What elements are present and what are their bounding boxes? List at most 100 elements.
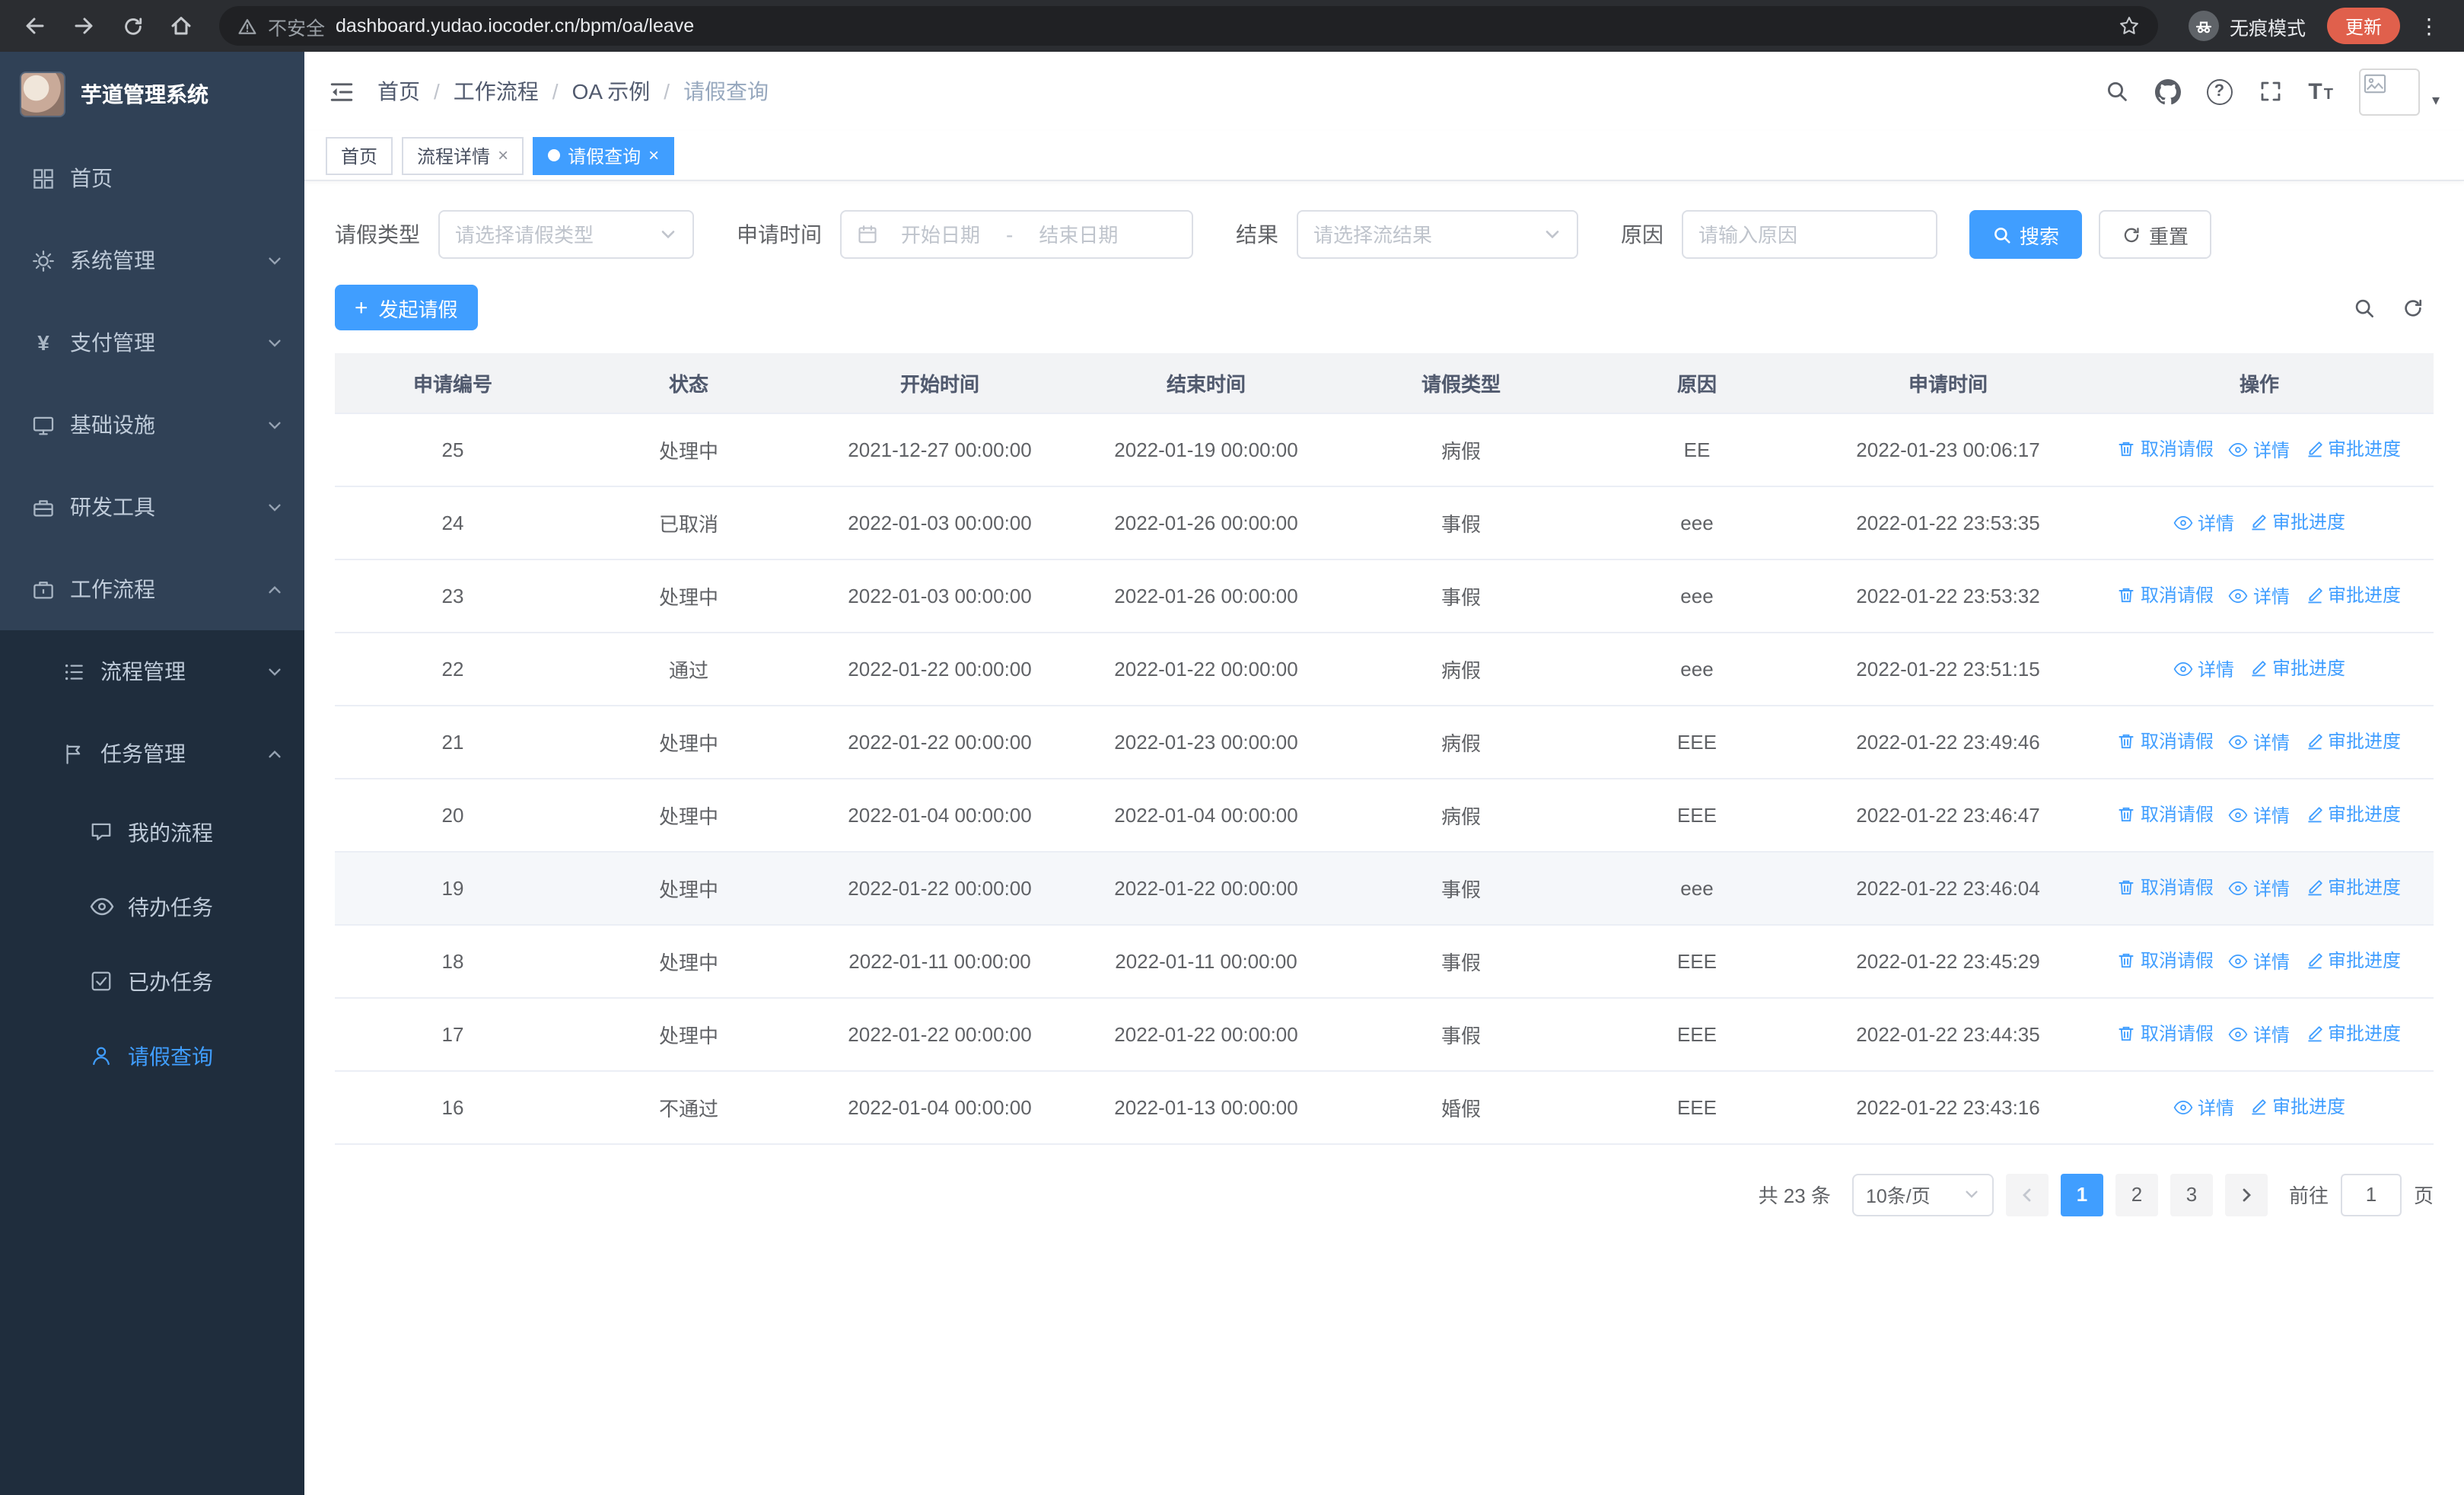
action-approval-progress-link[interactable]: 审批进度: [2249, 509, 2345, 535]
eye-icon: [88, 897, 114, 916]
next-page-button[interactable]: [2224, 1173, 2268, 1216]
sidebar-item-payment[interactable]: ¥ 支付管理: [0, 301, 304, 384]
action-approval-progress-link[interactable]: 审批进度: [2305, 875, 2401, 901]
action-detail-link[interactable]: 详情: [2229, 948, 2290, 974]
url-text[interactable]: dashboard.yudao.iocoder.cn/bpm/oa/leave: [336, 15, 694, 37]
update-button[interactable]: 更新: [2326, 8, 2400, 44]
browser-toolbar: 不安全 dashboard.yudao.iocoder.cn/bpm/oa/le…: [0, 0, 2464, 52]
action-detail-link[interactable]: 详情: [2229, 437, 2290, 463]
action-detail-link[interactable]: 详情: [2173, 510, 2234, 536]
sidebar-item-leave-query[interactable]: 请假查询: [0, 1018, 304, 1093]
action-approval-progress-link[interactable]: 审批进度: [2305, 436, 2401, 462]
prev-page-button[interactable]: [2005, 1173, 2049, 1216]
action-detail-link[interactable]: 详情: [2173, 1095, 2234, 1120]
action-detail-link[interactable]: 详情: [2173, 656, 2234, 682]
sidebar-item-devtools[interactable]: 研发工具: [0, 466, 304, 548]
action-detail-link[interactable]: 详情: [2229, 802, 2290, 828]
leave-type-input[interactable]: [455, 223, 650, 246]
breadcrumb-oa-example[interactable]: OA 示例: [572, 76, 651, 107]
gear-icon: [30, 249, 56, 272]
action-detail-link[interactable]: 详情: [2229, 875, 2290, 901]
sidebar-item-todo-tasks[interactable]: 待办任务: [0, 869, 304, 944]
action-cancel-leave-link[interactable]: 取消请假: [2118, 875, 2214, 901]
forward-icon[interactable]: [64, 6, 103, 46]
page-button-2[interactable]: 2: [2115, 1173, 2158, 1216]
reload-icon[interactable]: [113, 6, 152, 46]
font-size-icon[interactable]: TT: [2308, 80, 2333, 103]
sidebar-item-home[interactable]: 首页: [0, 137, 304, 219]
sidebar-fold-icon[interactable]: [329, 78, 355, 104]
action-approval-progress-link[interactable]: 审批进度: [2305, 948, 2401, 974]
sidebar-item-infra[interactable]: 基础设施: [0, 384, 304, 466]
reset-button[interactable]: 重置: [2099, 210, 2212, 259]
breadcrumb-workflow[interactable]: 工作流程: [454, 76, 539, 107]
search-icon[interactable]: [2104, 79, 2128, 104]
action-approval-progress-link[interactable]: 审批进度: [2249, 655, 2345, 681]
fullscreen-icon[interactable]: [2258, 79, 2282, 104]
search-button[interactable]: 搜索: [1969, 210, 2083, 259]
create-leave-button[interactable]: + 发起请假: [335, 285, 478, 330]
page-size-select[interactable]: 10条/页: [1851, 1173, 1994, 1216]
page-button-1[interactable]: 1: [2060, 1173, 2103, 1216]
table-row: 19 处理中 2022-01-22 00:00:00 2022-01-22 00:00…: [335, 851, 2434, 925]
github-icon[interactable]: [2154, 78, 2181, 104]
help-icon[interactable]: ?: [2206, 78, 2233, 104]
reason-input[interactable]: [1698, 223, 1921, 246]
dashboard-icon: [30, 167, 56, 190]
page-button-3[interactable]: 3: [2170, 1173, 2213, 1216]
close-icon[interactable]: ×: [648, 146, 659, 164]
trash-icon: [2119, 880, 2135, 894]
cell-reason: eee: [1583, 559, 1811, 633]
caret-down-icon[interactable]: ▾: [2432, 92, 2440, 115]
action-cancel-leave-link[interactable]: 取消请假: [2118, 436, 2214, 462]
action-cancel-leave-link[interactable]: 取消请假: [2118, 582, 2214, 608]
goto-page-input[interactable]: [2340, 1173, 2402, 1216]
toggle-search-icon[interactable]: [2353, 296, 2376, 319]
sidebar-item-system[interactable]: 系统管理: [0, 219, 304, 301]
sidebar-item-workflow[interactable]: 工作流程: [0, 548, 304, 630]
action-cancel-leave-link[interactable]: 取消请假: [2118, 1021, 2214, 1047]
action-detail-link[interactable]: 详情: [2229, 1022, 2290, 1047]
sidebar-item-process-mgmt[interactable]: 流程管理: [0, 630, 304, 712]
browser-menu-icon[interactable]: ⋮: [2409, 13, 2449, 39]
breadcrumb-home[interactable]: 首页: [377, 76, 420, 107]
browser-home-icon[interactable]: [161, 6, 201, 46]
cell-reason: EE: [1583, 413, 1811, 486]
sidebar-item-my-processes[interactable]: 我的流程: [0, 795, 304, 869]
tab-leave-query[interactable]: 请假查询 ×: [533, 136, 675, 174]
action-cancel-leave-link[interactable]: 取消请假: [2118, 948, 2214, 974]
end-date-input[interactable]: [1023, 223, 1134, 246]
cell-reason: EEE: [1583, 705, 1811, 779]
user-avatar[interactable]: [2358, 68, 2420, 115]
action-approval-progress-link[interactable]: 审批进度: [2305, 802, 2401, 827]
tab-process-detail[interactable]: 流程详情 ×: [402, 136, 524, 174]
refresh-table-icon[interactable]: [2402, 296, 2424, 319]
sidebar-item-done-tasks[interactable]: 已办任务: [0, 944, 304, 1018]
start-date-input[interactable]: [886, 223, 995, 246]
reason-field[interactable]: [1682, 210, 1937, 259]
action-approval-progress-link[interactable]: 审批进度: [2305, 1021, 2401, 1047]
back-icon[interactable]: [15, 6, 55, 46]
close-icon[interactable]: ×: [498, 146, 508, 164]
apply-time-range-picker[interactable]: -: [840, 210, 1193, 259]
action-detail-link[interactable]: 详情: [2229, 729, 2290, 755]
leave-type-select[interactable]: [438, 210, 694, 259]
result-select[interactable]: [1297, 210, 1578, 259]
cell-end-time: 2022-01-22 00:00:00: [1073, 997, 1339, 1071]
result-input[interactable]: [1313, 223, 1534, 246]
sidebar-item-label: 支付管理: [70, 330, 155, 355]
bookmark-star-icon[interactable]: [2119, 15, 2140, 37]
goto-label: 前往: [2288, 1184, 2329, 1207]
tab-home[interactable]: 首页: [326, 136, 393, 174]
action-approval-progress-link[interactable]: 审批进度: [2305, 728, 2401, 754]
sidebar-item-task-mgmt[interactable]: 任务管理: [0, 712, 304, 795]
action-cancel-leave-link[interactable]: 取消请假: [2118, 728, 2214, 754]
address-bar[interactable]: 不安全 dashboard.yudao.iocoder.cn/bpm/oa/le…: [219, 6, 2158, 46]
sidebar-item-label: 我的流程: [128, 820, 213, 844]
action-detail-link[interactable]: 详情: [2229, 583, 2290, 609]
app-logo[interactable]: 芋道管理系统: [0, 52, 304, 137]
action-approval-progress-link[interactable]: 审批进度: [2305, 582, 2401, 608]
action-cancel-leave-link[interactable]: 取消请假: [2118, 802, 2214, 827]
action-approval-progress-link[interactable]: 审批进度: [2249, 1094, 2345, 1120]
security-label[interactable]: 不安全: [268, 11, 325, 40]
